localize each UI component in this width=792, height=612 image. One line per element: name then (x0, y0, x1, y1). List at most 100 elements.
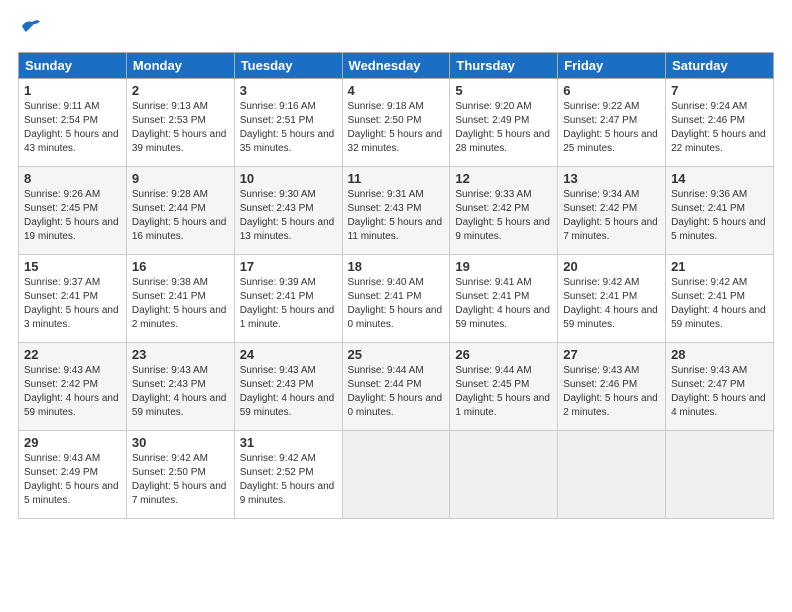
day-info: Sunrise: 9:40 AMSunset: 2:41 PMDaylight:… (348, 276, 445, 332)
day-cell: 30 Sunrise: 9:42 AMSunset: 2:50 PMDayligh… (126, 431, 234, 519)
day-info: Sunrise: 9:22 AMSunset: 2:47 PMDaylight:… (563, 100, 660, 156)
day-info: Sunrise: 9:44 AMSunset: 2:45 PMDaylight:… (455, 364, 552, 420)
day-cell: 12 Sunrise: 9:33 AMSunset: 2:42 PMDayligh… (450, 167, 558, 255)
day-info: Sunrise: 9:36 AMSunset: 2:41 PMDaylight:… (671, 188, 768, 244)
logo-bird-icon (20, 18, 42, 36)
day-cell: 21Sunrise: 9:42 AMSunset: 2:41 PMDayligh… (666, 255, 774, 343)
col-header-tuesday: Tuesday (234, 53, 342, 79)
day-cell: 26Sunrise: 9:44 AMSunset: 2:45 PMDayligh… (450, 343, 558, 431)
day-info: Sunrise: 9:34 AMSunset: 2:42 PMDaylight:… (563, 188, 660, 244)
day-info: Sunrise: 9:30 AMSunset: 2:43 PMDaylight:… (240, 188, 337, 244)
day-cell (558, 431, 666, 519)
day-number: 1 (24, 83, 121, 98)
day-info: Sunrise: 9:18 AMSunset: 2:50 PMDaylight:… (348, 100, 445, 156)
day-info: Sunrise: 9:26 AMSunset: 2:45 PMDaylight:… (24, 188, 121, 244)
day-cell: 23 Sunrise: 9:43 AMSunset: 2:43 PMDayligh… (126, 343, 234, 431)
day-info: Sunrise: 9:42 AMSunset: 2:41 PMDaylight:… (671, 276, 768, 332)
page: SundayMondayTuesdayWednesdayThursdayFrid… (0, 0, 792, 529)
week-row-3: 15 Sunrise: 9:37 AMSunset: 2:41 PMDayligh… (19, 255, 774, 343)
day-info: Sunrise: 9:16 AMSunset: 2:51 PMDaylight:… (240, 100, 337, 156)
day-number: 31 (240, 435, 337, 450)
day-cell: 24Sunrise: 9:43 AMSunset: 2:43 PMDayligh… (234, 343, 342, 431)
day-number: 5 (455, 83, 552, 98)
header (18, 18, 774, 44)
day-info: Sunrise: 9:28 AMSunset: 2:44 PMDaylight:… (132, 188, 229, 244)
col-header-wednesday: Wednesday (342, 53, 450, 79)
day-number: 17 (240, 259, 337, 274)
day-number: 13 (563, 171, 660, 186)
day-cell: 28 Sunrise: 9:43 AMSunset: 2:47 PMDayligh… (666, 343, 774, 431)
week-row-4: 22 Sunrise: 9:43 AMSunset: 2:42 PMDayligh… (19, 343, 774, 431)
day-number: 7 (671, 83, 768, 98)
day-cell: 10 Sunrise: 9:30 AMSunset: 2:43 PMDayligh… (234, 167, 342, 255)
day-number: 20 (563, 259, 660, 274)
day-number: 2 (132, 83, 229, 98)
col-header-sunday: Sunday (19, 53, 127, 79)
day-number: 28 (671, 347, 768, 362)
day-info: Sunrise: 9:43 AMSunset: 2:42 PMDaylight:… (24, 364, 121, 420)
col-header-friday: Friday (558, 53, 666, 79)
day-info: Sunrise: 9:43 AMSunset: 2:47 PMDaylight:… (671, 364, 768, 420)
day-number: 16 (132, 259, 229, 274)
day-info: Sunrise: 9:38 AMSunset: 2:41 PMDaylight:… (132, 276, 229, 332)
day-cell: 5 Sunrise: 9:20 AMSunset: 2:49 PMDaylight… (450, 79, 558, 167)
day-cell: 6 Sunrise: 9:22 AMSunset: 2:47 PMDaylight… (558, 79, 666, 167)
day-cell: 3 Sunrise: 9:16 AMSunset: 2:51 PMDaylight… (234, 79, 342, 167)
day-info: Sunrise: 9:41 AMSunset: 2:41 PMDaylight:… (455, 276, 552, 332)
day-info: Sunrise: 9:42 AMSunset: 2:52 PMDaylight:… (240, 452, 337, 508)
week-row-2: 8 Sunrise: 9:26 AMSunset: 2:45 PMDaylight… (19, 167, 774, 255)
day-cell: 19 Sunrise: 9:41 AMSunset: 2:41 PMDayligh… (450, 255, 558, 343)
day-info: Sunrise: 9:42 AMSunset: 2:50 PMDaylight:… (132, 452, 229, 508)
col-header-monday: Monday (126, 53, 234, 79)
day-number: 22 (24, 347, 121, 362)
day-cell: 8 Sunrise: 9:26 AMSunset: 2:45 PMDaylight… (19, 167, 127, 255)
day-cell: 22 Sunrise: 9:43 AMSunset: 2:42 PMDayligh… (19, 343, 127, 431)
day-cell: 27 Sunrise: 9:43 AMSunset: 2:46 PMDayligh… (558, 343, 666, 431)
day-info: Sunrise: 9:43 AMSunset: 2:49 PMDaylight:… (24, 452, 121, 508)
day-info: Sunrise: 9:43 AMSunset: 2:43 PMDaylight:… (132, 364, 229, 420)
day-number: 12 (455, 171, 552, 186)
day-info: Sunrise: 9:37 AMSunset: 2:41 PMDaylight:… (24, 276, 121, 332)
day-number: 4 (348, 83, 445, 98)
day-number: 24 (240, 347, 337, 362)
day-cell: 7 Sunrise: 9:24 AMSunset: 2:46 PMDaylight… (666, 79, 774, 167)
day-number: 11 (348, 171, 445, 186)
day-info: Sunrise: 9:11 AMSunset: 2:54 PMDaylight:… (24, 100, 121, 156)
day-info: Sunrise: 9:13 AMSunset: 2:53 PMDaylight:… (132, 100, 229, 156)
day-info: Sunrise: 9:44 AMSunset: 2:44 PMDaylight:… (348, 364, 445, 420)
day-cell: 18 Sunrise: 9:40 AMSunset: 2:41 PMDayligh… (342, 255, 450, 343)
day-cell: 25 Sunrise: 9:44 AMSunset: 2:44 PMDayligh… (342, 343, 450, 431)
day-number: 27 (563, 347, 660, 362)
day-info: Sunrise: 9:20 AMSunset: 2:49 PMDaylight:… (455, 100, 552, 156)
day-info: Sunrise: 9:42 AMSunset: 2:41 PMDaylight:… (563, 276, 660, 332)
day-cell: 2 Sunrise: 9:13 AMSunset: 2:53 PMDaylight… (126, 79, 234, 167)
logo (18, 18, 42, 44)
day-cell: 14Sunrise: 9:36 AMSunset: 2:41 PMDayligh… (666, 167, 774, 255)
day-number: 8 (24, 171, 121, 186)
day-cell (342, 431, 450, 519)
day-cell: 1 Sunrise: 9:11 AMSunset: 2:54 PMDaylight… (19, 79, 127, 167)
day-number: 6 (563, 83, 660, 98)
day-cell: 17 Sunrise: 9:39 AMSunset: 2:41 PMDayligh… (234, 255, 342, 343)
calendar-table: SundayMondayTuesdayWednesdayThursdayFrid… (18, 52, 774, 519)
day-cell: 16 Sunrise: 9:38 AMSunset: 2:41 PMDayligh… (126, 255, 234, 343)
day-cell: 29 Sunrise: 9:43 AMSunset: 2:49 PMDayligh… (19, 431, 127, 519)
col-header-saturday: Saturday (666, 53, 774, 79)
week-row-1: 1 Sunrise: 9:11 AMSunset: 2:54 PMDaylight… (19, 79, 774, 167)
day-info: Sunrise: 9:39 AMSunset: 2:41 PMDaylight:… (240, 276, 337, 332)
day-info: Sunrise: 9:33 AMSunset: 2:42 PMDaylight:… (455, 188, 552, 244)
day-number: 10 (240, 171, 337, 186)
day-number: 19 (455, 259, 552, 274)
day-cell: 11Sunrise: 9:31 AMSunset: 2:43 PMDayligh… (342, 167, 450, 255)
day-number: 3 (240, 83, 337, 98)
day-number: 25 (348, 347, 445, 362)
day-number: 23 (132, 347, 229, 362)
day-cell: 4 Sunrise: 9:18 AMSunset: 2:50 PMDaylight… (342, 79, 450, 167)
day-info: Sunrise: 9:43 AMSunset: 2:46 PMDaylight:… (563, 364, 660, 420)
day-number: 15 (24, 259, 121, 274)
day-number: 29 (24, 435, 121, 450)
day-number: 30 (132, 435, 229, 450)
day-info: Sunrise: 9:24 AMSunset: 2:46 PMDaylight:… (671, 100, 768, 156)
day-cell: 20 Sunrise: 9:42 AMSunset: 2:41 PMDayligh… (558, 255, 666, 343)
day-number: 18 (348, 259, 445, 274)
